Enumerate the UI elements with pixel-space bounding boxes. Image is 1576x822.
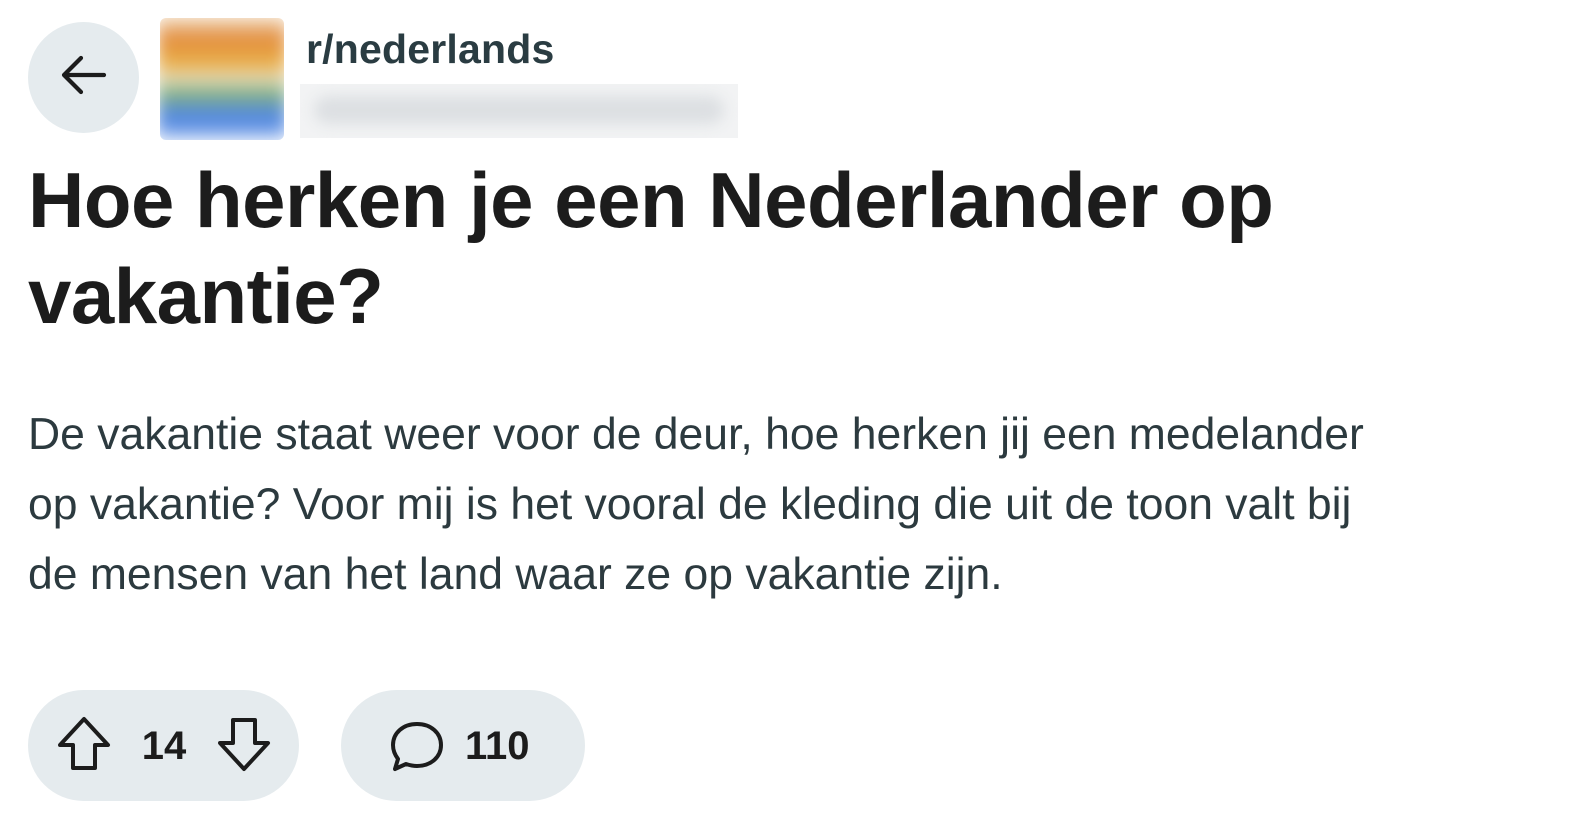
arrow-up-icon (56, 714, 112, 779)
upvote-button[interactable] (56, 716, 112, 776)
post-body: De vakantie staat weer voor de deur, hoe… (28, 410, 1364, 599)
subreddit-name[interactable]: r/nederlands (306, 26, 554, 73)
arrow-left-icon (56, 47, 112, 108)
post-meta-redacted (300, 84, 738, 138)
subreddit-avatar[interactable] (160, 18, 284, 140)
comment-bubble-icon (389, 718, 445, 774)
back-button[interactable] (28, 22, 139, 133)
avatar-image-blurred (160, 18, 284, 140)
post-title: Hoe herken je een Nederlander op vakanti… (28, 156, 1274, 340)
comments-button[interactable]: 110 (341, 690, 585, 801)
comment-count: 110 (465, 724, 530, 768)
downvote-button[interactable] (216, 716, 272, 776)
vote-count: 14 (141, 724, 187, 768)
vote-bar: 14 (28, 690, 299, 801)
arrow-down-icon (216, 714, 272, 779)
